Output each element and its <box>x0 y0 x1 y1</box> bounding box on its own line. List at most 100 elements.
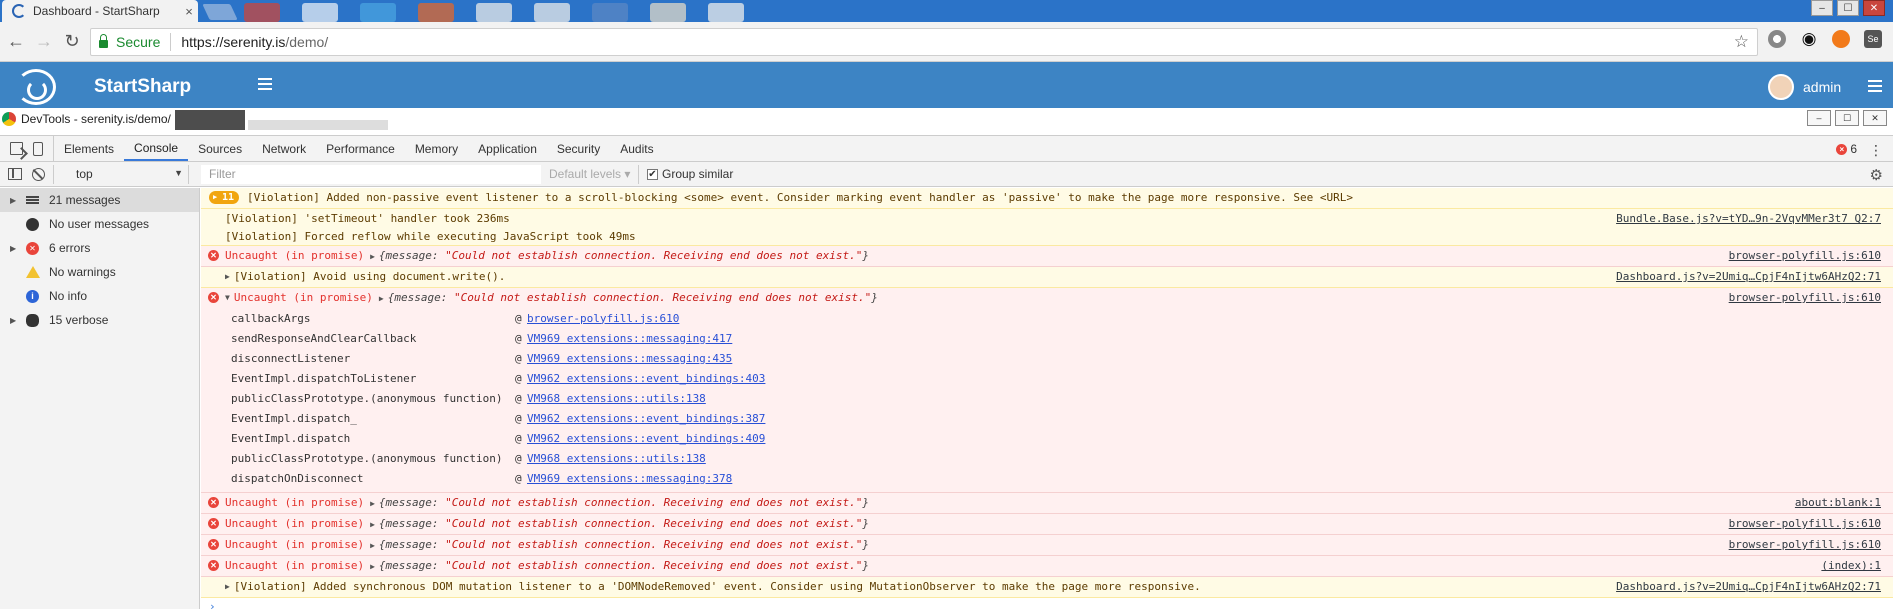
startsharp-logo-icon[interactable] <box>16 69 56 105</box>
tab-audits[interactable]: Audits <box>610 136 663 161</box>
url-text[interactable]: https://serenity.is/demo/ <box>181 34 328 50</box>
inspect-element-icon[interactable] <box>10 142 23 155</box>
frame-link[interactable]: browser-polyfill.js:610 <box>527 312 679 325</box>
source-link[interactable]: about:blank:1 <box>1795 496 1881 509</box>
error-object[interactable]: ▶ {message: "Could not establish connecti… <box>379 291 878 304</box>
user-name[interactable]: admin <box>1803 79 1841 95</box>
expand-arrow-icon[interactable]: ▶ <box>370 520 375 529</box>
sidebar-item-warnings[interactable]: No warnings <box>0 260 199 284</box>
tab-elements[interactable]: Elements <box>54 136 124 161</box>
expand-arrow-icon[interactable]: ▶ <box>370 562 375 571</box>
context-selector[interactable]: top ▼ <box>53 164 189 184</box>
devtools-menu-icon[interactable]: ⋮ <box>1869 142 1883 159</box>
source-link[interactable]: browser-polyfill.js:610 <box>1729 291 1881 304</box>
tab-close-icon[interactable]: × <box>180 4 198 19</box>
source-link[interactable]: browser-polyfill.js:610 <box>1729 517 1881 530</box>
expand-arrow-icon[interactable]: ▶ <box>10 196 16 205</box>
group-similar-toggle[interactable]: ✔ Group similar <box>647 167 733 181</box>
frame-link[interactable]: VM969 extensions::messaging:378 <box>527 472 732 485</box>
tab-security[interactable]: Security <box>547 136 610 161</box>
settings-sliders-icon[interactable] <box>1868 80 1882 92</box>
error-object[interactable]: ▶ {message: "Could not establish connecti… <box>370 496 869 509</box>
expand-arrow-icon[interactable]: ▶ <box>10 316 16 325</box>
console-message-error[interactable]: ✕ Uncaught (in promise) ▶ {message: "Coul… <box>201 535 1893 556</box>
console-message-error[interactable]: ✕ Uncaught (in promise) ▶ {message: "Coul… <box>201 514 1893 535</box>
hamburger-icon[interactable] <box>258 78 272 90</box>
new-tab-button[interactable] <box>202 4 238 20</box>
console-message-warning[interactable]: [Violation] 'setTimeout' handler took 23… <box>201 209 1893 227</box>
extension-gear-icon[interactable] <box>1768 30 1786 48</box>
console-message-error-expanded[interactable]: ✕ ▼ Uncaught (in promise) ▶ {message: "Co… <box>201 288 1893 493</box>
frame-link[interactable]: VM969 extensions::messaging:435 <box>527 352 732 365</box>
frame-link[interactable]: VM968 extensions::utils:138 <box>527 392 706 405</box>
tab-memory[interactable]: Memory <box>405 136 468 161</box>
log-levels-dropdown[interactable]: Default levels ▾ <box>549 164 639 184</box>
frame-link[interactable]: VM969 extensions::messaging:417 <box>527 332 732 345</box>
filter-input[interactable]: Filter <box>201 164 541 184</box>
frame-link[interactable]: VM962 extensions::event_bindings:403 <box>527 372 765 385</box>
maximize-button[interactable]: ☐ <box>1837 0 1859 16</box>
expand-arrow-icon[interactable]: ▶ <box>370 499 375 508</box>
devtools-minimize-button[interactable]: ‒ <box>1807 110 1831 126</box>
source-link[interactable]: browser-polyfill.js:610 <box>1729 538 1881 551</box>
app-brand[interactable]: StartSharp <box>94 76 191 98</box>
sidebar-item-info[interactable]: i No info <box>0 284 199 308</box>
collapse-arrow-icon[interactable]: ▼ <box>225 293 230 302</box>
error-object[interactable]: ▶ {message: "Could not establish connecti… <box>370 559 869 572</box>
console-message-error[interactable]: ✕ Uncaught (in promise) ▶ {message: "Coul… <box>201 493 1893 514</box>
expand-arrow-icon[interactable]: ▶ <box>370 541 375 550</box>
sidebar-item-verbose[interactable]: ▶ 15 verbose <box>0 308 199 332</box>
source-link[interactable]: Dashboard.js?v=2Umiq…CpjF4nIjtw6AHzQ2:71 <box>1616 270 1881 283</box>
source-link[interactable]: (index):1 <box>1821 559 1881 572</box>
minimize-button[interactable]: ‒ <box>1811 0 1833 16</box>
console-message-warning[interactable]: 11 [Violation] Added non-passive event l… <box>201 188 1893 209</box>
tab-performance[interactable]: Performance <box>316 136 405 161</box>
error-object[interactable]: ▶ {message: "Could not establish connecti… <box>370 517 869 530</box>
extension-selenium-icon[interactable]: Se <box>1864 30 1882 48</box>
expand-arrow-icon[interactable]: ▶ <box>225 582 230 591</box>
reload-button[interactable]: ↻ <box>60 30 84 54</box>
console-message-error[interactable]: ✕ Uncaught (in promise) ▶ {message: "Coul… <box>201 556 1893 577</box>
console-message-warning[interactable]: ▶ [Violation] Added synchronous DOM muta… <box>201 577 1893 598</box>
expand-arrow-icon[interactable]: ▶ <box>370 252 375 261</box>
group-similar-checkbox[interactable]: ✔ <box>647 168 658 180</box>
browser-tab-active[interactable]: Dashboard - StartSharp × <box>2 0 198 22</box>
address-bar[interactable]: Secure https://serenity.is/demo/ ☆ <box>90 28 1758 56</box>
tab-application[interactable]: Application <box>468 136 547 161</box>
source-link[interactable]: Bundle.Base.js?v=tYD…9n-2VqvMMer3t7 Q2:7 <box>1616 212 1881 225</box>
devtools-maximize-button[interactable]: ☐ <box>1835 110 1859 126</box>
error-count-indicator[interactable]: × 6 <box>1836 142 1857 156</box>
extension-eye-icon[interactable]: ◉ <box>1800 30 1818 48</box>
expand-arrow-icon[interactable]: ▶ <box>10 244 16 253</box>
avatar[interactable] <box>1768 74 1794 100</box>
console-message-warning[interactable]: ▶ [Violation] Avoid using document.write… <box>201 267 1893 288</box>
sidebar-toggle-icon[interactable] <box>8 168 22 180</box>
back-button[interactable]: ← <box>4 30 28 54</box>
devtools-close-button[interactable]: ✕ <box>1863 110 1887 126</box>
frame-link[interactable]: VM962 extensions::event_bindings:387 <box>527 412 765 425</box>
device-toolbar-icon[interactable] <box>33 141 43 156</box>
expand-arrow-icon[interactable]: ▶ <box>225 272 230 281</box>
console-message-warning[interactable]: [Violation] Forced reflow while executin… <box>201 227 1893 246</box>
expand-arrow-icon[interactable]: ▶ <box>379 294 384 303</box>
source-link[interactable]: Dashboard.js?v=2Umiq…CpjF4nIjtw6AHzQ2:71 <box>1616 580 1881 593</box>
error-object[interactable]: ▶ {message: "Could not establish connecti… <box>370 249 869 262</box>
sidebar-item-messages[interactable]: ▶ 21 messages <box>0 188 199 212</box>
frame-link[interactable]: VM962 extensions::event_bindings:409 <box>527 432 765 445</box>
error-object[interactable]: ▶ {message: "Could not establish connecti… <box>370 538 869 551</box>
console-message-error[interactable]: ✕ Uncaught (in promise) ▶ {message: "Coul… <box>201 246 1893 267</box>
frame-link[interactable]: VM968 extensions::utils:138 <box>527 452 706 465</box>
star-icon[interactable]: ☆ <box>1734 32 1749 52</box>
sidebar-item-errors[interactable]: ▶ ✕ 6 errors <box>0 236 199 260</box>
console-prompt[interactable]: › <box>201 598 1893 609</box>
source-link[interactable]: browser-polyfill.js:610 <box>1729 249 1881 262</box>
clear-console-icon[interactable] <box>32 167 45 181</box>
tab-network[interactable]: Network <box>252 136 316 161</box>
extension-orange-icon[interactable] <box>1832 30 1850 48</box>
tab-sources[interactable]: Sources <box>188 136 252 161</box>
sidebar-item-user-messages[interactable]: No user messages <box>0 212 199 236</box>
repeat-count-badge[interactable]: 11 <box>209 191 240 204</box>
tab-console[interactable]: Console <box>124 136 189 161</box>
forward-button[interactable]: → <box>32 30 56 54</box>
console-settings-gear-icon[interactable]: ⚙ <box>1870 166 1883 184</box>
